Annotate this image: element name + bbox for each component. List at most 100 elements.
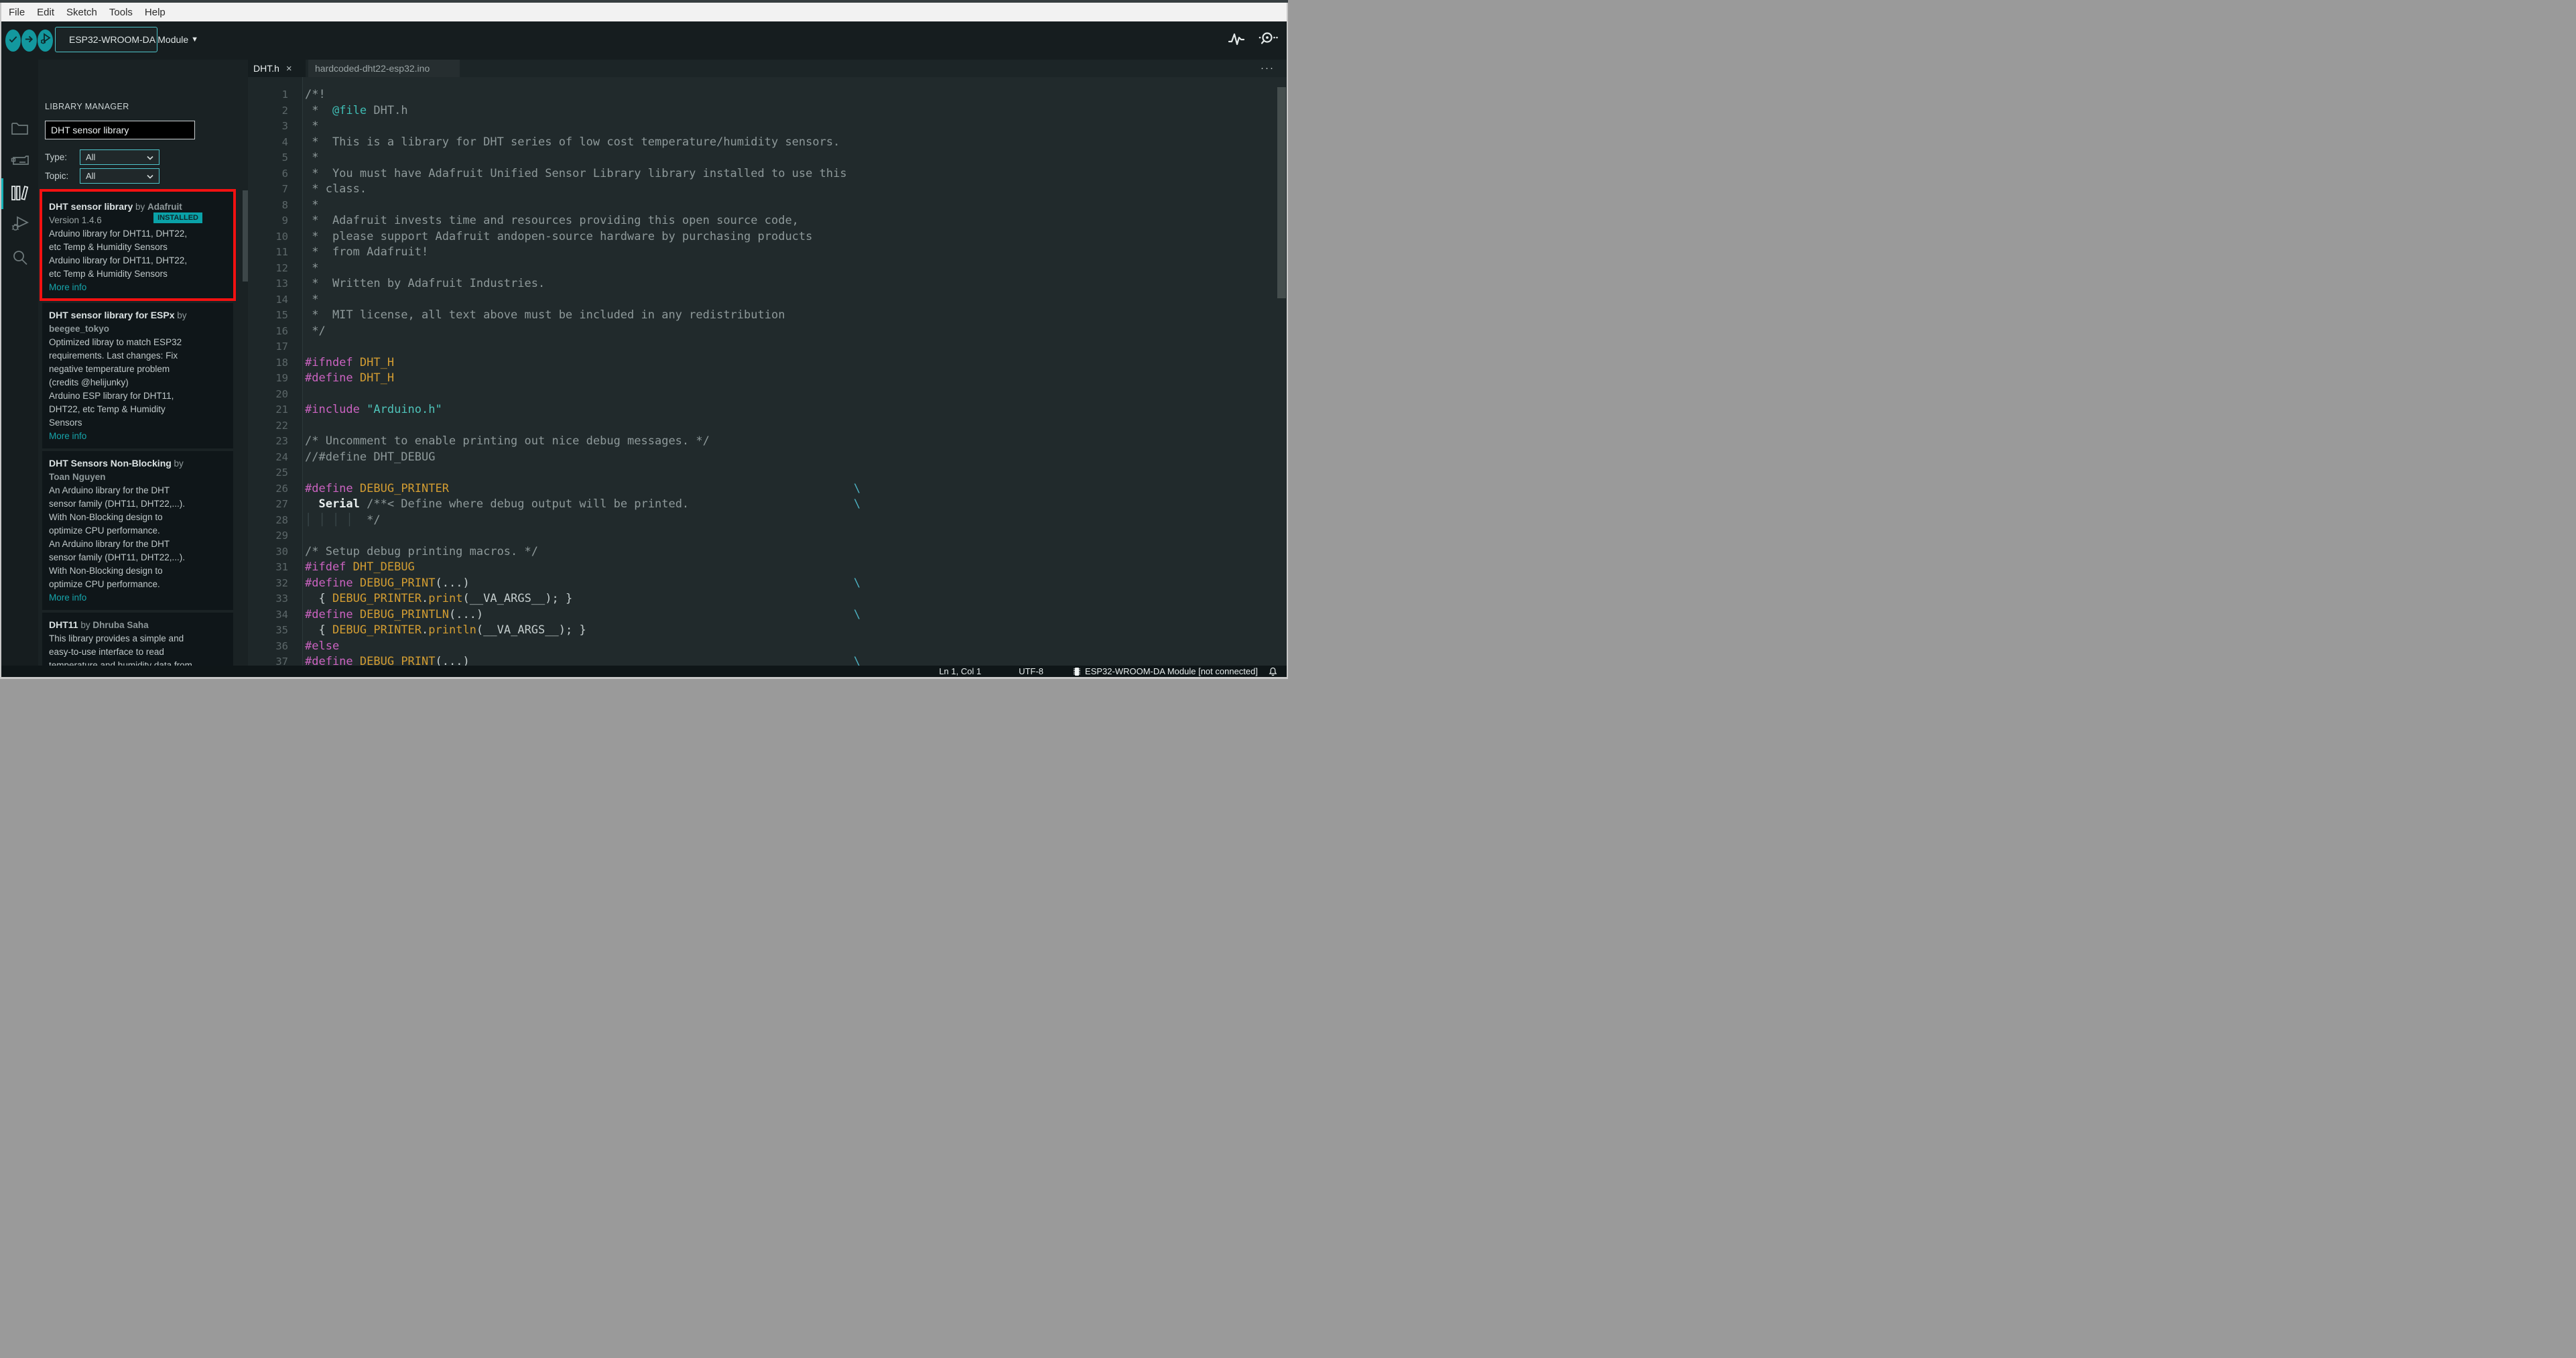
menu-item-help[interactable]: Help <box>139 7 172 18</box>
library-description-line: An Arduino library for the DHT <box>49 485 170 495</box>
library-description-line: (credits @helijunky) <box>49 377 129 387</box>
more-info-link[interactable]: More info <box>49 591 227 605</box>
library-card-1[interactable]: DHT sensor library by Adafruit Version 1.… <box>42 192 233 298</box>
folder-icon <box>11 121 29 140</box>
code-line: 35 { DEBUG_PRINTER.println(__VA_ARGS__);… <box>248 623 1277 639</box>
code-line: 21 #include "Arduino.h" <box>248 402 1277 418</box>
line-number: 12 <box>275 261 288 274</box>
line-number: 26 <box>275 482 288 495</box>
line-number: 29 <box>275 530 288 542</box>
line-number: 21 <box>275 404 288 416</box>
library-author: Adafruit <box>147 202 182 212</box>
code-line: 36 #else <box>248 639 1277 655</box>
menu-item-tools[interactable]: Tools <box>103 7 139 18</box>
code-line: 30/* Setup debug printing macros. */ <box>248 544 1277 560</box>
board-selector-dropdown[interactable]: ESP32-WROOM-DA Module ▼ <box>55 27 198 52</box>
topic-select[interactable]: All <box>80 168 159 184</box>
line-number: 37 <box>275 656 288 666</box>
menu-item-file[interactable]: File <box>3 7 31 18</box>
line-number: 15 <box>275 309 288 321</box>
sidebar-item-search[interactable] <box>1 243 38 276</box>
code-line: 8 * <box>248 198 1277 214</box>
board-status: ESP32-WROOM-DA Module [not connected] <box>1073 666 1258 676</box>
library-manager-panel: LIBRARY MANAGER Type: All Topic: All DHT… <box>38 60 248 666</box>
type-select[interactable]: All <box>80 149 159 165</box>
library-search-input[interactable] <box>45 121 195 139</box>
library-name: DHT sensor library <box>49 201 133 212</box>
code-line: 13 * Written by Adafruit Industries. <box>248 276 1277 292</box>
code-line: 27 Serial /**< Define where debug output… <box>248 497 1277 513</box>
library-title: DHT sensor library for ESPx by <box>49 310 187 320</box>
code-line: 12 * <box>248 261 1277 277</box>
line-number: 22 <box>275 419 288 432</box>
line-number: 30 <box>275 545 288 558</box>
sidebar-item-sketchbook[interactable] <box>1 113 38 147</box>
status-bar: Ln 1, Col 1 UTF-8 ESP32-WROOM-DA Module … <box>1 666 1287 677</box>
serial-plotter-icon[interactable] <box>1228 31 1245 50</box>
more-info-link[interactable]: More info <box>49 430 227 443</box>
code-line: 28 │ │ │ │ */ <box>248 513 1277 529</box>
search-icon <box>11 249 29 270</box>
sidebar-item-debugger[interactable] <box>1 208 38 242</box>
toolbar: ESP32-WROOM-DA Module ▼ <box>1 21 1287 60</box>
line-number: 2 <box>281 104 288 117</box>
sidebar-item-library-manager[interactable] <box>1 178 38 211</box>
line-number: 20 <box>275 387 288 400</box>
line-number: 14 <box>275 293 288 306</box>
line-number: 36 <box>275 639 288 652</box>
installed-badge: INSTALLED <box>153 212 202 223</box>
panel-scrollbar[interactable] <box>243 190 248 282</box>
sidebar-item-boards-manager[interactable] <box>1 145 38 179</box>
library-title: DHT Sensors Non-Blocking by <box>49 458 184 469</box>
library-card-3[interactable]: DHT Sensors Non-Blocking by Toan Nguyen A… <box>42 451 233 610</box>
library-description-line: etc Temp & Humidity Sensors <box>49 269 168 279</box>
library-name: DHT11 <box>49 619 78 630</box>
board-status-text: ESP32-WROOM-DA Module [not connected] <box>1085 666 1258 676</box>
code-lines: 1/*! 2 * @file DHT.h 3 * 4 * This is a libr… <box>248 87 1277 666</box>
library-description-line: Sensors <box>49 418 82 428</box>
code-line: 4 * This is a library for DHT series of … <box>248 135 1277 151</box>
library-description-line: Arduino library for DHT11, DHT22, <box>49 229 188 239</box>
verify-button[interactable] <box>5 29 21 52</box>
menu-item-edit[interactable]: Edit <box>31 7 60 18</box>
code-line: 15 * MIT license, all text above must be… <box>248 308 1277 324</box>
editor-overflow-menu-icon[interactable]: ··· <box>1261 62 1275 74</box>
app-body: ESP32-WROOM-DA Module ▼ LIBRARY MANAGER … <box>1 21 1287 677</box>
type-filter-row: Type: All <box>45 149 159 165</box>
line-number: 11 <box>275 246 288 258</box>
bell-icon[interactable] <box>1269 667 1277 676</box>
upload-button[interactable] <box>21 29 37 52</box>
line-number: 35 <box>275 624 288 636</box>
code-line: 34 #define DEBUG_PRINTLN(...) \ <box>248 607 1277 623</box>
arduino-ide-window: File Edit Sketch Tools Help ESP32-WROOM-DA M… <box>0 0 1288 679</box>
library-description-line: DHT22, etc Temp & Humidity <box>49 404 166 414</box>
menu-item-sketch[interactable]: Sketch <box>60 7 103 18</box>
debug-button[interactable] <box>38 29 53 52</box>
library-description-line: optimize CPU performance. <box>49 579 160 589</box>
topic-filter-label: Topic: <box>45 171 69 181</box>
close-icon[interactable]: × <box>286 63 292 74</box>
serial-monitor-icon[interactable] <box>1257 31 1279 50</box>
code-line: 6 * You must have Adafruit Unified Senso… <box>248 166 1277 182</box>
code-line: 22 <box>248 418 1277 434</box>
code-line: 3 * <box>248 119 1277 135</box>
library-card-4[interactable]: DHT11 by Dhruba Saha This library provide… <box>42 613 233 666</box>
library-description-line: Arduino library for DHT11, DHT22, <box>49 255 188 265</box>
active-indicator <box>1 178 3 209</box>
code-line: 2 * @file DHT.h <box>248 103 1277 119</box>
code-line: 31 #ifdef DHT_DEBUG <box>248 560 1277 576</box>
code-line: 11 * from Adafruit! <box>248 245 1277 261</box>
editor-scrollbar[interactable] <box>1277 87 1286 298</box>
code-line: 26 #define DEBUG_PRINTER \ <box>248 481 1277 497</box>
tab-sketch-ino[interactable]: hardcoded-dht22-esp32.ino <box>308 60 460 77</box>
line-number: 8 <box>281 198 288 211</box>
code-editor[interactable]: 1/*! 2 * @file DHT.h 3 * 4 * This is a libr… <box>248 77 1287 666</box>
library-description-line: optimize CPU performance. <box>49 526 160 536</box>
tab-dht-h[interactable]: DHT.h × <box>248 60 306 77</box>
debug-play-icon <box>40 33 51 48</box>
more-info-link[interactable]: More info <box>49 281 227 294</box>
chevron-down-icon <box>147 151 153 164</box>
right-arrow-icon <box>24 34 34 48</box>
line-number: 33 <box>275 593 288 605</box>
library-card-2[interactable]: DHT sensor library for ESPx by beegee_to… <box>42 303 233 448</box>
